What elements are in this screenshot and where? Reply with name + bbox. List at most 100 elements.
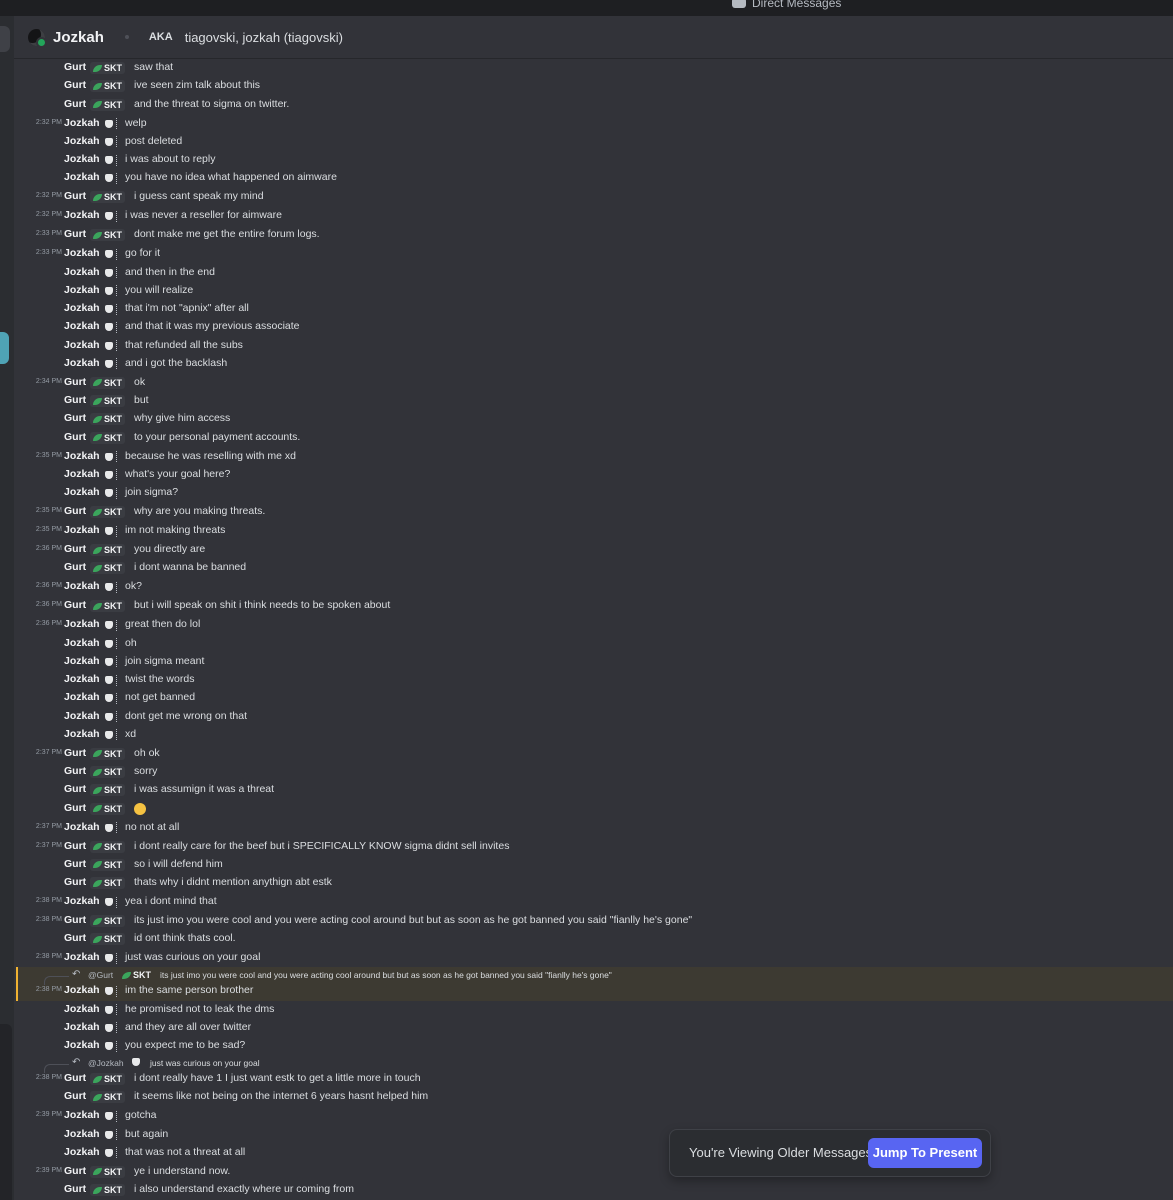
message-row[interactable]: 2:36 PM Gurt SKT but i will speak on shit i… bbox=[14, 597, 1173, 615]
reply-mention[interactable]: @Gurt bbox=[88, 970, 113, 980]
server-icon-edge[interactable] bbox=[0, 332, 9, 364]
message-row[interactable]: 2:33 PM Jozkah go for it bbox=[14, 245, 1173, 263]
message-row[interactable]: 2:38 PM Jozkah yea i dont mind that bbox=[14, 893, 1173, 911]
message-row[interactable]: Jozkah twist the words bbox=[14, 671, 1173, 689]
username[interactable]: Jozkah bbox=[64, 117, 100, 129]
username[interactable]: Jozkah bbox=[64, 1128, 100, 1140]
message-row[interactable]: Gurt SKT i was assumign it was a threat bbox=[14, 781, 1173, 799]
message-row[interactable]: Gurt SKT to your personal payment accounts… bbox=[14, 429, 1173, 447]
message-row[interactable]: 2:35 PM Gurt SKT why are you making threats… bbox=[14, 503, 1173, 521]
username[interactable]: Gurt bbox=[64, 431, 86, 443]
username[interactable]: Gurt bbox=[64, 599, 86, 611]
message-row[interactable]: Jozkah you expect me to be sad? bbox=[14, 1037, 1173, 1055]
message-row[interactable]: 2:39 PM Jozkah gotcha bbox=[14, 1107, 1173, 1125]
username[interactable]: Gurt bbox=[64, 543, 86, 555]
message-row[interactable]: 2:38 PM Jozkah im the same person brother bbox=[14, 982, 1173, 1000]
username[interactable]: Jozkah bbox=[64, 728, 100, 740]
username[interactable]: Gurt bbox=[64, 858, 86, 870]
username[interactable]: Jozkah bbox=[64, 357, 100, 369]
username[interactable]: Gurt bbox=[64, 840, 86, 852]
message-row[interactable]: Gurt SKT id ont think thats cool. bbox=[14, 930, 1173, 948]
username[interactable]: Jozkah bbox=[64, 655, 100, 667]
message-row[interactable]: 2:36 PM Jozkah great then do lol bbox=[14, 616, 1173, 634]
username[interactable]: Jozkah bbox=[64, 691, 100, 703]
message-row[interactable]: Gurt SKT thats why i didnt mention anythig… bbox=[14, 874, 1173, 892]
message-row[interactable]: Jozkah not get banned bbox=[14, 689, 1173, 707]
message-row[interactable]: Gurt SKT but bbox=[14, 392, 1173, 410]
message-row[interactable]: 2:34 PM Gurt SKT ok bbox=[14, 374, 1173, 392]
message-row[interactable]: 2:32 PM Jozkah welp bbox=[14, 115, 1173, 133]
username[interactable]: Jozkah bbox=[64, 1021, 100, 1033]
message-row[interactable]: Gurt SKT so i will defend him bbox=[14, 856, 1173, 874]
message-row[interactable]: Jozkah that was not a threat at all bbox=[14, 1144, 1173, 1162]
message-row[interactable]: Jozkah i was about to reply bbox=[14, 151, 1173, 169]
username[interactable]: Gurt bbox=[64, 914, 86, 926]
message-row[interactable]: Gurt SKT bbox=[14, 800, 1173, 818]
username[interactable]: Gurt bbox=[64, 190, 86, 202]
username[interactable]: Jozkah bbox=[64, 1039, 100, 1051]
username[interactable]: Jozkah bbox=[64, 1109, 100, 1121]
username[interactable]: Jozkah bbox=[64, 710, 100, 722]
username[interactable]: Jozkah bbox=[64, 1003, 100, 1015]
sidebar-pill[interactable] bbox=[0, 26, 10, 52]
avatar[interactable] bbox=[28, 28, 47, 48]
message-row[interactable]: 2:38 PM Jozkah just was curious on your go… bbox=[14, 949, 1173, 967]
username[interactable]: Gurt bbox=[64, 98, 86, 110]
username[interactable]: Jozkah bbox=[64, 450, 100, 462]
username[interactable]: Gurt bbox=[64, 932, 86, 944]
message-row[interactable]: 2:37 PM Gurt SKT i dont really care for the… bbox=[14, 838, 1173, 856]
message-row[interactable]: Jozkah join sigma meant bbox=[14, 653, 1173, 671]
message-row[interactable]: 2:36 PM Gurt SKT you directly are bbox=[14, 541, 1173, 559]
message-row[interactable]: 2:38 PM Gurt SKT its just imo you were cool… bbox=[14, 912, 1173, 930]
message-row[interactable]: Gurt SKT why give him access bbox=[14, 410, 1173, 428]
username[interactable]: Gurt bbox=[64, 561, 86, 573]
username[interactable]: Jozkah bbox=[64, 821, 100, 833]
username[interactable]: Jozkah bbox=[64, 247, 100, 259]
message-row[interactable]: Jozkah what's your goal here? bbox=[14, 466, 1173, 484]
message-row[interactable]: Gurt SKT i also understand exactly where u… bbox=[14, 1181, 1173, 1199]
username[interactable]: Gurt bbox=[64, 376, 86, 388]
message-row[interactable]: 2:32 PM Jozkah i was never a reseller for … bbox=[14, 207, 1173, 225]
reply-preview[interactable]: ↶ @Jozkah just was curious on your goal bbox=[14, 1057, 1173, 1073]
message-row[interactable]: Jozkah you will realize bbox=[14, 282, 1173, 300]
reply-preview[interactable]: ↶ @Gurt SKT its just imo you were cool and … bbox=[14, 969, 1173, 986]
username[interactable]: Gurt bbox=[64, 765, 86, 777]
message-row[interactable]: 2:33 PM Gurt SKT dont make me get the entir… bbox=[14, 226, 1173, 244]
username[interactable]: Jozkah bbox=[64, 302, 100, 314]
username[interactable]: Gurt bbox=[64, 61, 86, 73]
message-row[interactable]: 2:37 PM Jozkah no not at all bbox=[14, 819, 1173, 837]
username[interactable]: Jozkah bbox=[64, 1146, 100, 1158]
message-row[interactable]: Jozkah xd bbox=[14, 726, 1173, 744]
username[interactable]: Gurt bbox=[64, 505, 86, 517]
username[interactable]: Gurt bbox=[64, 394, 86, 406]
username[interactable]: Gurt bbox=[64, 1183, 86, 1195]
username[interactable]: Jozkah bbox=[64, 135, 100, 147]
message-row[interactable]: Gurt SKT sorry bbox=[14, 763, 1173, 781]
username[interactable]: Jozkah bbox=[64, 637, 100, 649]
reply-mention[interactable]: @Jozkah bbox=[88, 1058, 124, 1068]
username[interactable]: Gurt bbox=[64, 1072, 86, 1084]
message-row[interactable]: 2:39 PM Gurt SKT ye i understand now. bbox=[14, 1163, 1173, 1181]
username[interactable]: Jozkah bbox=[64, 266, 100, 278]
username[interactable]: Jozkah bbox=[64, 524, 100, 536]
message-row[interactable]: Gurt SKT saw that bbox=[14, 59, 1173, 77]
message-row[interactable]: 2:35 PM Jozkah im not making threats bbox=[14, 522, 1173, 540]
username[interactable]: Jozkah bbox=[64, 895, 100, 907]
page-title[interactable]: Jozkah bbox=[53, 29, 104, 46]
message-row[interactable]: Jozkah oh bbox=[14, 635, 1173, 653]
username[interactable]: Gurt bbox=[64, 1090, 86, 1102]
message-row[interactable]: Jozkah dont get me wrong on that bbox=[14, 708, 1173, 726]
direct-messages-link[interactable]: Direct Messages bbox=[732, 0, 841, 10]
message-row[interactable]: Jozkah and they are all over twitter bbox=[14, 1019, 1173, 1037]
message-list[interactable]: Gurt SKT saw that Gurt SKT ive seen zim talk … bbox=[14, 59, 1173, 1200]
username[interactable]: Jozkah bbox=[64, 468, 100, 480]
message-row[interactable]: Jozkah you have no idea what happened on … bbox=[14, 169, 1173, 187]
username[interactable]: Jozkah bbox=[64, 284, 100, 296]
username[interactable]: Gurt bbox=[64, 802, 86, 814]
message-row[interactable]: Jozkah join sigma? bbox=[14, 484, 1173, 502]
message-row[interactable]: 2:38 PM Gurt SKT i dont really have 1 I jus… bbox=[14, 1070, 1173, 1088]
username[interactable]: Jozkah bbox=[64, 171, 100, 183]
message-row[interactable]: Jozkah and then in the end bbox=[14, 264, 1173, 282]
username[interactable]: Gurt bbox=[64, 228, 86, 240]
message-row[interactable]: Jozkah he promised not to leak the dms bbox=[14, 1001, 1173, 1019]
